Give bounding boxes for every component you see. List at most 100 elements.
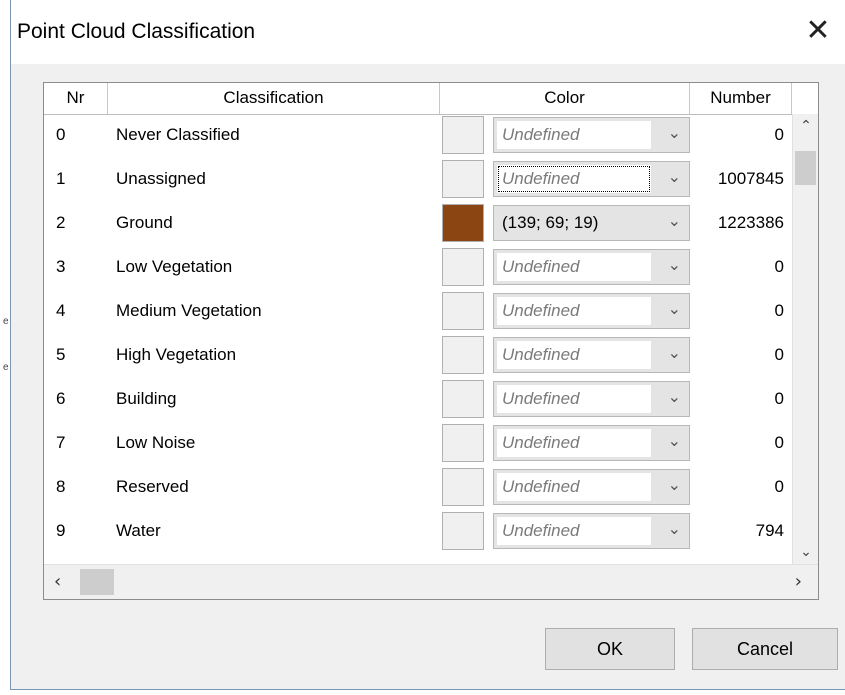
table-header: Nr Classification Color Number <box>44 83 818 115</box>
row-nr: 9 <box>56 521 66 540</box>
title-bar: Point Cloud Classification ✕ <box>11 0 845 64</box>
row-nr: 3 <box>56 257 66 276</box>
scroll-down-icon[interactable]: ⌄ <box>793 544 818 560</box>
row-nr: 4 <box>56 301 66 320</box>
close-icon[interactable]: ✕ <box>803 14 833 48</box>
color-swatch[interactable] <box>442 512 484 550</box>
chevron-down-icon[interactable]: ⌄ <box>668 387 681 406</box>
row-number: 0 <box>774 433 784 452</box>
color-swatch[interactable] <box>442 248 484 286</box>
color-dropdown[interactable]: Undefined ⌄ <box>493 513 690 549</box>
row-classification: Medium Vegetation <box>116 301 262 320</box>
table-row[interactable]: 6 Building Undefined ⌄ 0 <box>44 378 792 422</box>
color-swatch[interactable] <box>442 116 484 154</box>
header-nr[interactable]: Nr <box>44 83 108 114</box>
row-classification: Never Classified <box>116 125 240 144</box>
table-row[interactable]: 2 Ground (139; 69; 19) ⌄ 1223386 <box>44 202 792 246</box>
scroll-left-icon[interactable]: ‹ <box>54 571 61 592</box>
row-number: 0 <box>774 345 784 364</box>
color-dropdown[interactable]: (139; 69; 19) ⌄ <box>493 205 690 241</box>
row-number: 0 <box>774 125 784 144</box>
horizontal-scrollbar[interactable]: ‹ › <box>44 564 818 599</box>
chevron-down-icon[interactable]: ⌄ <box>668 475 681 494</box>
chevron-down-icon[interactable]: ⌄ <box>668 343 681 362</box>
header-number[interactable]: Number <box>690 83 792 114</box>
color-dropdown[interactable]: Undefined ⌄ <box>493 117 690 153</box>
color-dropdown-value[interactable]: (139; 69; 19) <box>497 209 651 237</box>
color-dropdown[interactable]: Undefined ⌄ <box>493 381 690 417</box>
cancel-button[interactable]: Cancel <box>692 628 838 670</box>
row-number: 794 <box>755 521 784 540</box>
color-dropdown-value[interactable]: Undefined <box>497 297 651 325</box>
color-dropdown-value[interactable]: Undefined <box>497 341 651 369</box>
chevron-down-icon[interactable]: ⌄ <box>668 431 681 450</box>
table-row[interactable]: 1 Unassigned Undefined ⌄ 1007845 <box>44 158 792 202</box>
color-dropdown[interactable]: Undefined ⌄ <box>493 425 690 461</box>
row-nr: 8 <box>56 477 66 496</box>
color-dropdown[interactable]: Undefined ⌄ <box>493 293 690 329</box>
color-swatch[interactable] <box>442 424 484 462</box>
chevron-down-icon[interactable]: ⌄ <box>668 519 681 538</box>
color-dropdown[interactable]: Undefined ⌄ <box>493 249 690 285</box>
row-nr: 2 <box>56 213 66 232</box>
table-row[interactable]: 5 High Vegetation Undefined ⌄ 0 <box>44 334 792 378</box>
chevron-down-icon[interactable]: ⌄ <box>668 211 681 230</box>
row-classification: Low Vegetation <box>116 257 233 276</box>
table-row[interactable]: 8 Reserved Undefined ⌄ 0 <box>44 466 792 510</box>
row-classification: Ground <box>116 213 173 232</box>
color-dropdown-value[interactable]: Undefined <box>497 165 651 193</box>
background-window-edge: e e <box>3 316 9 373</box>
row-classification: High Vegetation <box>116 345 237 364</box>
row-nr: 5 <box>56 345 66 364</box>
table-row[interactable]: 9 Water Undefined ⌄ 794 <box>44 510 792 554</box>
chevron-down-icon[interactable]: ⌄ <box>668 299 681 318</box>
table-row[interactable]: 4 Medium Vegetation Undefined ⌄ 0 <box>44 290 792 334</box>
table-row[interactable]: 0 Never Classified Undefined ⌄ 0 <box>44 114 792 158</box>
color-dropdown-value[interactable]: Undefined <box>497 473 651 501</box>
color-dropdown-value[interactable]: Undefined <box>497 121 651 149</box>
color-dropdown[interactable]: Undefined ⌄ <box>493 469 690 505</box>
chevron-down-icon[interactable]: ⌄ <box>668 167 681 186</box>
row-classification: Low Noise <box>116 433 196 452</box>
color-swatch[interactable] <box>442 160 484 198</box>
row-classification: Reserved <box>116 477 189 496</box>
row-nr: 7 <box>56 433 66 452</box>
color-dropdown-value[interactable]: Undefined <box>497 253 651 281</box>
color-dropdown[interactable]: Undefined ⌄ <box>493 337 690 373</box>
row-number: 0 <box>774 301 784 320</box>
classification-table: Nr Classification Color Number 0 Never Cl… <box>43 82 819 600</box>
color-swatch[interactable] <box>442 336 484 374</box>
row-number: 0 <box>774 477 784 496</box>
row-nr: 1 <box>56 169 66 188</box>
row-number: 0 <box>774 257 784 276</box>
row-nr: 6 <box>56 389 66 408</box>
header-color[interactable]: Color <box>440 83 690 114</box>
table-row[interactable]: 3 Low Vegetation Undefined ⌄ 0 <box>44 246 792 290</box>
color-swatch[interactable] <box>442 204 484 242</box>
point-cloud-classification-dialog: Point Cloud Classification ✕ Nr Classifi… <box>10 0 845 690</box>
row-number: 1007845 <box>717 169 784 188</box>
dialog-title: Point Cloud Classification <box>17 20 256 43</box>
scroll-up-icon[interactable]: ⌃ <box>793 118 818 134</box>
color-dropdown-value[interactable]: Undefined <box>497 517 651 545</box>
chevron-down-icon[interactable]: ⌄ <box>668 123 681 142</box>
row-number: 1223386 <box>717 213 784 232</box>
color-dropdown-value[interactable]: Undefined <box>497 429 651 457</box>
header-classification[interactable]: Classification <box>108 83 440 114</box>
ok-button[interactable]: OK <box>545 628 675 670</box>
scroll-right-icon[interactable]: › <box>795 571 802 592</box>
color-dropdown-value[interactable]: Undefined <box>497 385 651 413</box>
color-swatch[interactable] <box>442 292 484 330</box>
color-swatch[interactable] <box>442 380 484 418</box>
vertical-scrollbar[interactable]: ⌃ ⌄ <box>792 114 818 566</box>
chevron-down-icon[interactable]: ⌄ <box>668 255 681 274</box>
row-classification: Unassigned <box>116 169 206 188</box>
row-nr: 0 <box>56 125 66 144</box>
row-classification: Building <box>116 389 177 408</box>
color-swatch[interactable] <box>442 468 484 506</box>
horizontal-scroll-thumb[interactable] <box>80 569 114 595</box>
row-number: 0 <box>774 389 784 408</box>
color-dropdown[interactable]: Undefined ⌄ <box>493 161 690 197</box>
table-row[interactable]: 7 Low Noise Undefined ⌄ 0 <box>44 422 792 466</box>
vertical-scroll-thumb[interactable] <box>795 151 816 185</box>
